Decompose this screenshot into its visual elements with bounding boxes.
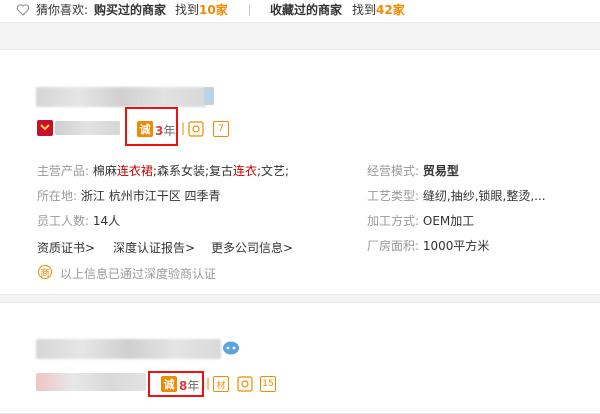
bought-merchants-link[interactable]: 购买过的商家	[94, 3, 166, 17]
guess-label: 猜你喜欢:	[36, 3, 89, 17]
verify-text: 以上信息已通过深度验商认证	[60, 267, 217, 281]
recommend-bar: 猜你喜欢: 购买过的商家 找到10家 收藏过的商家 找到42家	[0, 0, 600, 23]
fav-found-count: 找到42家	[352, 3, 405, 17]
highlight-box	[148, 371, 204, 397]
chat-icon[interactable]	[222, 341, 240, 357]
company-name-blurred[interactable]	[36, 339, 221, 359]
divider	[249, 4, 250, 16]
rating-badge: 7	[213, 121, 229, 137]
more-company-info-link[interactable]: 更多公司信息>	[211, 239, 293, 256]
rating-badge: 15	[260, 376, 276, 392]
heart-icon	[16, 4, 30, 16]
highlight-box	[125, 107, 178, 146]
separator-bar: |	[206, 376, 211, 390]
verified-icon	[237, 376, 253, 392]
processing-method: 加工方式: OEM加工	[367, 214, 475, 228]
main-products: 主营产品: 棉麻连衣裙;森系女装;复古连衣;文艺;	[37, 164, 290, 178]
verified-icon	[188, 121, 204, 137]
merchant-card: 诚 8年 | 材 15	[0, 302, 600, 414]
bought-found-count: 找到10家	[175, 3, 228, 17]
member-name-blurred	[36, 373, 146, 391]
merchant-verify-icon: 商	[38, 265, 52, 279]
process-type: 工艺类型: 缝纫,抽纱,锁眼,整烫,...	[367, 189, 546, 203]
membership-icon	[37, 120, 53, 136]
certificates-link[interactable]: 资质证书>	[37, 239, 95, 256]
company-name-blurred[interactable]	[36, 87, 206, 107]
business-mode: 经营模式: 贸易型	[367, 164, 459, 178]
employees: 员工人数: 14人	[37, 214, 121, 228]
material-badge: 材	[213, 376, 229, 392]
member-name-blurred	[55, 121, 120, 135]
favorited-merchants-link[interactable]: 收藏过的商家	[270, 3, 342, 17]
factory-area: 厂房面积: 1000平方米	[367, 239, 490, 253]
separator-bar: |	[181, 121, 186, 135]
location: 所在地: 浙江 杭州市江干区 四季青	[37, 189, 221, 203]
certification-report-link[interactable]: 深度认证报告>	[113, 239, 195, 256]
merchant-card: 诚 3年 | 7 主营产品: 棉麻连衣裙;森系女装;复古连衣;文艺; 所在地: …	[0, 49, 600, 295]
company-name-blurred-tail	[204, 87, 214, 105]
